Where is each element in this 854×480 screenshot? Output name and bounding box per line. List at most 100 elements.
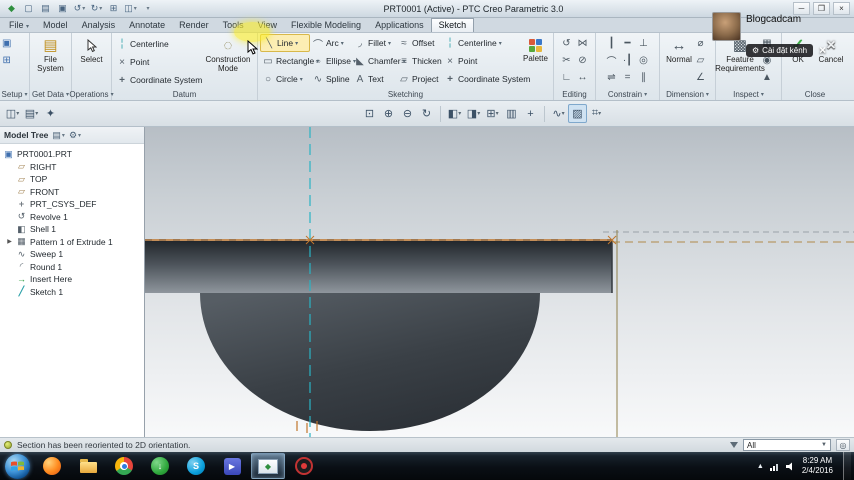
project-button[interactable]: ▱ Project — [396, 70, 442, 88]
tab-flexible-modeling[interactable]: Flexible Modeling — [284, 19, 368, 32]
tab-render[interactable]: Render — [172, 19, 216, 32]
sketch-view-icon[interactable]: ▨ — [568, 104, 587, 123]
tree-item-shell[interactable]: ◧ Shell 1 — [0, 223, 144, 236]
tree-item-right[interactable]: ▱ RIGHT — [0, 161, 144, 174]
sketcher-display-icon[interactable]: ∿ ▾ — [549, 104, 568, 123]
status-filter-dropdown[interactable]: All ▼ — [743, 439, 831, 451]
taskbar-media-app-icon[interactable]: ▶ — [215, 453, 249, 479]
tree-settings-icon[interactable]: ⚙ ▾ — [69, 130, 81, 141]
tab-model[interactable]: Model — [36, 19, 75, 32]
refit-icon[interactable]: ⊡ — [360, 104, 379, 123]
sketch-centerline-button[interactable]: ╎ Centerline ▾ — [442, 34, 520, 52]
shade-closed-loops-icon[interactable]: ▲ — [762, 69, 772, 86]
divide-icon[interactable]: ✂ — [559, 52, 575, 69]
tree-item-top[interactable]: ▱ TOP — [0, 173, 144, 186]
baseline-dimension-icon[interactable]: ∠ — [696, 69, 705, 86]
reference-dimension-icon[interactable]: ▱ — [696, 52, 705, 69]
tree-item-revolve[interactable]: ↺ Revolve 1 — [0, 211, 144, 224]
equal-constraint-icon[interactable]: = — [620, 69, 636, 86]
taskbar-creo-window-button[interactable]: ◆ — [251, 453, 285, 479]
coincident-constraint-icon[interactable]: ◎ — [636, 52, 652, 69]
select-button[interactable]: Select — [74, 35, 109, 65]
group-label-constrain[interactable]: Constrain ▾ — [596, 88, 659, 100]
spline-button[interactable]: ∿ Spline — [310, 70, 352, 88]
rotate-resize-icon[interactable]: ↔ — [575, 69, 591, 86]
group-label-inspect[interactable]: Inspect ▾ — [716, 88, 781, 100]
delete-segment-icon[interactable]: ⊘ — [575, 52, 591, 69]
volume-icon[interactable] — [785, 462, 796, 471]
graphics-area[interactable] — [145, 127, 854, 437]
tree-item-sketch[interactable]: ╱ Sketch 1 — [0, 286, 144, 299]
datum-coordinate-system-button[interactable]: + Coordinate System — [114, 71, 202, 89]
fillet-button[interactable]: ◞ Fillet ▾ — [352, 34, 396, 52]
modify-icon[interactable]: ↺ — [559, 35, 575, 52]
navigator-toggle-icon[interactable]: ◫ ▾ — [3, 104, 22, 123]
tangent-constraint-icon[interactable]: ⌒ — [604, 52, 620, 69]
tree-item-insert-here[interactable]: → Insert Here — [0, 273, 144, 286]
group-label-setup[interactable]: Setup ▾ — [0, 88, 29, 100]
taskbar-browser-icon[interactable] — [35, 453, 69, 479]
datum-display-icon[interactable]: ⊞ ▾ — [483, 104, 502, 123]
channel-settings-button[interactable]: ⚙ Cài đặt kênh — [746, 43, 814, 57]
tree-item-round[interactable]: ◜ Round 1 — [0, 261, 144, 274]
hidden-icons-arrow[interactable]: ▲ — [757, 463, 764, 470]
zoom-out-icon[interactable]: ⊖ — [398, 104, 417, 123]
qat-customize-icon[interactable]: ▾ — [140, 2, 155, 16]
filter-funnel-icon[interactable] — [730, 442, 738, 448]
tree-item-front[interactable]: ▱ FRONT — [0, 186, 144, 199]
annotation-display-icon[interactable]: ▥ — [502, 104, 521, 123]
tab-analysis[interactable]: Analysis — [75, 19, 123, 32]
corner-icon[interactable]: ∟ — [559, 69, 575, 86]
normal-dimension-button[interactable]: ↔ Normal — [662, 35, 696, 65]
network-icon[interactable] — [769, 462, 780, 471]
symmetric-constraint-icon[interactable]: ⇌ — [604, 69, 620, 86]
ellipse-button[interactable]: ○ Ellipse ▾ — [310, 52, 356, 70]
tab-file[interactable]: File ▾ — [2, 19, 36, 32]
taskbar-clock[interactable]: 8:29 AM 2/4/2016 — [802, 456, 833, 476]
thicken-button[interactable]: ≡ Thicken — [396, 52, 442, 70]
display-style-icon[interactable]: ◧ ▾ — [445, 104, 464, 123]
offset-button[interactable]: ≈ Offset — [396, 34, 442, 52]
taskbar-chrome-icon[interactable] — [107, 453, 141, 479]
show-desktop-button[interactable] — [843, 452, 851, 480]
taskbar-recorder-icon[interactable] — [287, 453, 321, 479]
save-icon[interactable]: ▣ — [55, 2, 70, 16]
tree-item-pattern[interactable]: ▶ ▦ Pattern 1 of Extrude 1 — [0, 236, 144, 249]
tab-annotate[interactable]: Annotate — [122, 19, 172, 32]
parallel-constraint-icon[interactable]: ∥ — [636, 69, 652, 86]
midpoint-constraint-icon[interactable]: ·┃ — [620, 52, 636, 69]
undo-icon[interactable]: ↺ ▾ — [72, 2, 87, 16]
tree-item-part[interactable]: ▣ PRT0001.PRT — [0, 148, 144, 161]
favorites-icon[interactable]: ✦ — [41, 104, 60, 123]
repaint-icon[interactable]: ↻ — [417, 104, 436, 123]
perspective-icon[interactable]: ⌗ ▾ — [587, 104, 606, 123]
text-button[interactable]: A Text — [352, 70, 396, 88]
start-button[interactable] — [5, 453, 30, 479]
datum-point-button[interactable]: × Point — [114, 53, 202, 71]
datum-centerline-button[interactable]: ╎ Centerline — [114, 35, 202, 53]
regenerate-icon[interactable]: ⊞ — [106, 2, 121, 16]
saved-views-icon[interactable]: ◨ ▾ — [464, 104, 483, 123]
taskbar-blue-app-icon[interactable]: S — [179, 453, 213, 479]
tab-sketch[interactable]: Sketch — [430, 18, 475, 32]
zoom-in-icon[interactable]: ⊕ — [379, 104, 398, 123]
file-system-button[interactable]: ▤ File System — [32, 35, 69, 74]
horizontal-constraint-icon[interactable]: ━ — [620, 35, 636, 52]
arc-button[interactable]: ⌒ Arc ▾ — [310, 34, 352, 52]
expander-icon[interactable]: ▶ — [6, 238, 13, 245]
circle-button[interactable]: ○ Circle ▾ — [260, 70, 310, 88]
taskbar-explorer-icon[interactable] — [71, 453, 105, 479]
redo-icon[interactable]: ↻ ▾ — [89, 2, 104, 16]
spin-center-icon[interactable]: + — [521, 104, 540, 123]
browser-toggle-icon[interactable]: ▤ ▾ — [22, 104, 41, 123]
open-file-icon[interactable]: ▤ — [38, 2, 53, 16]
rectangle-button[interactable]: ▭ Rectangle ▾ — [260, 52, 319, 70]
vertical-constraint-icon[interactable]: ┃ — [604, 35, 620, 52]
channel-avatar[interactable] — [712, 12, 741, 41]
new-file-icon[interactable]: ▢ — [21, 2, 36, 16]
mirror-icon[interactable]: ⋈ — [575, 35, 591, 52]
group-label-get-data[interactable]: Get Data ▾ — [30, 88, 71, 100]
tab-applications[interactable]: Applications — [368, 19, 431, 32]
group-label-dimension[interactable]: Dimension ▾ — [660, 88, 715, 100]
group-label-operations[interactable]: Operations ▾ — [69, 88, 113, 100]
